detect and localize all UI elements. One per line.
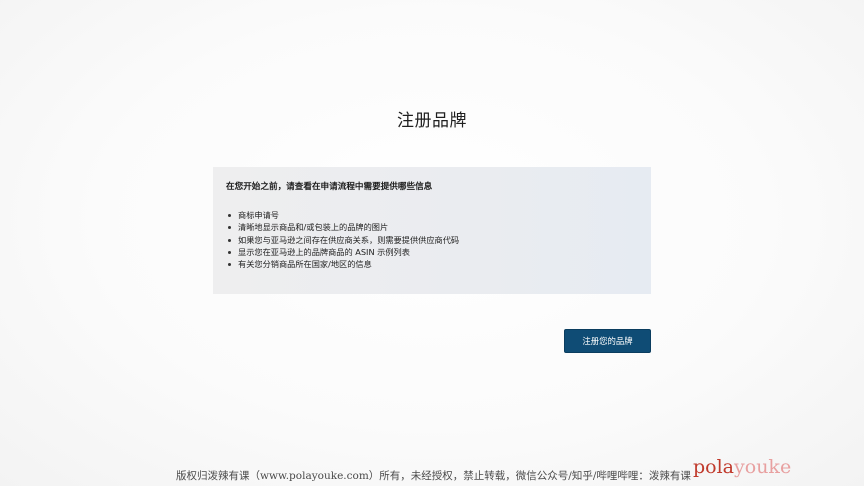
list-item-text: 有关您分销商品所在国家/地区的信息 <box>238 259 372 270</box>
list-item-text: 商标申请号 <box>238 210 279 220</box>
copyright-watermark: 版权归泼辣有课（www.polayouke.com）所有，未经授权，禁止转载，微… <box>176 470 691 482</box>
list-item: 清晰地显示商品和/或包装上的品牌的图片 <box>226 221 459 233</box>
requirements-list: 商标申请号 清晰地显示商品和/或包装上的品牌的图片 如果您与亚马逊之间存在供应商… <box>226 209 459 270</box>
list-item: 有关您分销商品所在国家/地区的信息 <box>226 258 459 270</box>
list-item: 商标申请号 <box>226 209 459 221</box>
bullet-icon <box>228 238 231 242</box>
bullet-icon <box>228 214 231 217</box>
list-item-text: 清晰地显示商品和/或包装上的品牌的图片 <box>238 222 389 233</box>
bullet-icon <box>228 250 231 254</box>
register-brand-button[interactable]: 注册您的品牌 <box>564 329 651 353</box>
requirements-panel: 在您开始之前，请查看在申请流程中需要提供哪些信息 商标申请号 清晰地显示商品和/… <box>213 167 651 294</box>
list-item-text: 显示您在亚马逊上的品牌商品的 ASIN 示例列表 <box>238 246 410 257</box>
list-item: 如果您与亚马逊之间存在供应商关系，则需要提供供应商代码 <box>226 234 459 246</box>
requirements-heading: 在您开始之前，请查看在申请流程中需要提供哪些信息 <box>226 182 433 192</box>
list-item-text: 如果您与亚马逊之间存在供应商关系，则需要提供供应商代码 <box>238 234 460 245</box>
bullet-icon <box>228 226 231 230</box>
list-item: 显示您在亚马逊上的品牌商品的 ASIN 示例列表 <box>226 246 459 258</box>
polayouke-logo: polayouke <box>693 456 792 478</box>
page-title: 注册品牌 <box>397 111 467 131</box>
bullet-icon <box>228 263 231 267</box>
